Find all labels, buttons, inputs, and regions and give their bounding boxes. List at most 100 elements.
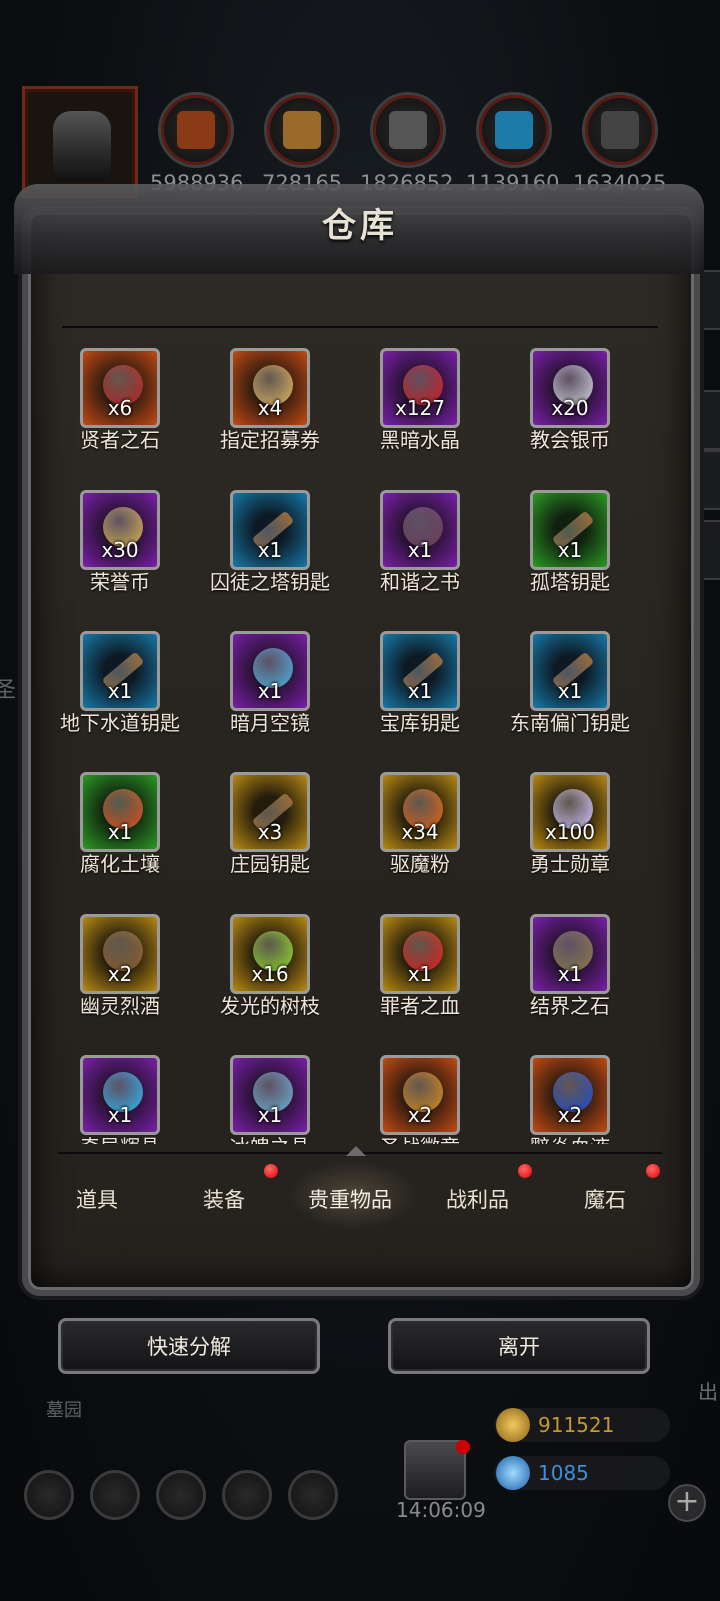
- item-name: 驱魔粉: [390, 852, 450, 876]
- leave-button[interactable]: 离开: [388, 1318, 650, 1374]
- item-name: 黯炎血液: [484, 1131, 656, 1144]
- inventory-item[interactable]: x1 暗月空镜: [184, 631, 354, 751]
- notification-dot: [456, 1440, 470, 1454]
- resource-slot[interactable]: [476, 92, 552, 168]
- item-count: x1: [557, 962, 583, 986]
- inventory-item[interactable]: x34 驱魔粉: [334, 772, 504, 892]
- item-name: 圣战徽章: [334, 1131, 506, 1144]
- item-count: x3: [257, 820, 283, 844]
- mail-icon[interactable]: [222, 1470, 272, 1520]
- background-exit-label: 出: [698, 1380, 718, 1404]
- item-name: 奇异辉晶: [40, 1131, 206, 1144]
- item-count: x30: [101, 538, 139, 562]
- item-count: x1: [257, 538, 283, 562]
- item-count: x34: [401, 820, 439, 844]
- item-grid: x6 贤者之石 x4 指定招募券 x127 黑暗水晶 x20 教会银币 x30 荣誉币 x1 囚徒之塔…: [40, 338, 680, 1144]
- inventory-item[interactable]: x1 东南偏门钥匙: [484, 631, 654, 751]
- item-count: x1: [557, 679, 583, 703]
- crystal-icon: [495, 111, 533, 149]
- item-name: 腐化土壤: [80, 852, 160, 876]
- resource-slot[interactable]: [582, 92, 658, 168]
- bag-icon[interactable]: [288, 1470, 338, 1520]
- inventory-item[interactable]: x1 地下水道钥匙: [40, 631, 204, 751]
- item-name: 结界之石: [530, 994, 610, 1018]
- stone-icon: [601, 111, 639, 149]
- clock-text: 14:06:09: [396, 1498, 486, 1522]
- inventory-item[interactable]: x1 腐化土壤: [40, 772, 204, 892]
- settings-icon[interactable]: [24, 1470, 74, 1520]
- inventory-item[interactable]: x4 指定招募券: [184, 348, 354, 468]
- item-count: x1: [107, 679, 133, 703]
- item-count: x20: [551, 396, 589, 420]
- item-count: x2: [107, 962, 133, 986]
- item-count: x2: [407, 1103, 433, 1127]
- inventory-item[interactable]: x1 和谐之书: [334, 490, 504, 610]
- resource-slot[interactable]: [158, 92, 234, 168]
- item-name: 暗月空镜: [230, 711, 310, 735]
- panel-title: 仓库: [322, 206, 398, 246]
- item-name: 黑暗水晶: [380, 428, 460, 452]
- item-count: x2: [557, 1103, 583, 1127]
- resource-slot[interactable]: [264, 92, 340, 168]
- item-name: 发光的树枝: [220, 994, 320, 1018]
- gem-icon: [496, 1456, 530, 1490]
- inventory-item[interactable]: x1 囚徒之塔钥匙: [184, 490, 354, 610]
- inventory-item[interactable]: x16 发光的树枝: [184, 914, 354, 1034]
- inventory-item[interactable]: x1 罪者之血: [334, 914, 504, 1034]
- item-name: 囚徒之塔钥匙: [210, 570, 330, 594]
- inventory-item[interactable]: x30 荣誉币: [40, 490, 204, 610]
- tab-items[interactable]: 道具: [76, 1184, 118, 1214]
- inventory-item[interactable]: x20 教会银币: [484, 348, 654, 468]
- notification-dot: [646, 1164, 660, 1178]
- item-count: x4: [257, 396, 283, 420]
- gem-amount: 1085: [538, 1461, 589, 1485]
- item-name: 孤塔钥匙: [530, 570, 610, 594]
- inventory-item[interactable]: x100 勇士勋章: [484, 772, 654, 892]
- resource-slot[interactable]: [370, 92, 446, 168]
- notification-dot: [518, 1164, 532, 1178]
- tab-equipment[interactable]: 装备: [203, 1184, 245, 1214]
- item-name: 罪者之血: [380, 994, 460, 1018]
- quick-decompose-button[interactable]: 快速分解: [58, 1318, 320, 1374]
- item-name: 勇士勋章: [530, 852, 610, 876]
- item-name: 地下水道钥匙: [60, 711, 180, 735]
- divider: [62, 326, 658, 328]
- item-name: 和谐之书: [380, 570, 460, 594]
- inventory-item[interactable]: x1 孤塔钥匙: [484, 490, 654, 610]
- add-gems-button[interactable]: +: [668, 1484, 706, 1522]
- item-count: x1: [407, 962, 433, 986]
- wood-icon: [283, 111, 321, 149]
- meat-icon: [177, 111, 215, 149]
- item-count: x1: [257, 679, 283, 703]
- item-count: x1: [107, 1103, 133, 1127]
- item-count: x1: [557, 538, 583, 562]
- helmet-icon: [53, 111, 111, 181]
- inventory-item[interactable]: x1 宝库钥匙: [334, 631, 504, 751]
- item-name: 荣誉币: [90, 570, 150, 594]
- item-count: x100: [544, 820, 595, 844]
- inventory-item[interactable]: x6 贤者之石: [40, 348, 204, 468]
- item-count: x1: [407, 679, 433, 703]
- tab-valuables[interactable]: 贵重物品: [308, 1184, 392, 1214]
- inventory-item[interactable]: x127 黑暗水晶: [334, 348, 504, 468]
- notification-dot: [264, 1164, 278, 1178]
- hero-icon[interactable]: [90, 1470, 140, 1520]
- iron-icon: [389, 111, 427, 149]
- inventory-item[interactable]: x1 奇异辉晶: [40, 1055, 204, 1144]
- item-count: x6: [107, 396, 133, 420]
- inventory-item[interactable]: x2 黯炎血液: [484, 1055, 654, 1144]
- inventory-item[interactable]: x1 结界之石: [484, 914, 654, 1034]
- inventory-item[interactable]: x3 庄园钥匙: [184, 772, 354, 892]
- item-count: x127: [394, 396, 445, 420]
- item-name: 幽灵烈酒: [80, 994, 160, 1018]
- inventory-item[interactable]: x2 圣战徽章: [334, 1055, 504, 1144]
- inventory-item[interactable]: x2 幽灵烈酒: [40, 914, 204, 1034]
- player-portrait[interactable]: [22, 86, 138, 198]
- background-label: 圣: [0, 678, 17, 703]
- guild-icon[interactable]: [156, 1470, 206, 1520]
- tab-magic-stone[interactable]: 魔石: [584, 1184, 626, 1214]
- item-count: x1: [257, 1103, 283, 1127]
- item-name: 贤者之石: [80, 428, 160, 452]
- tab-loot[interactable]: 战利品: [446, 1184, 509, 1214]
- inventory-item[interactable]: x1 冰魄之晶: [184, 1055, 354, 1144]
